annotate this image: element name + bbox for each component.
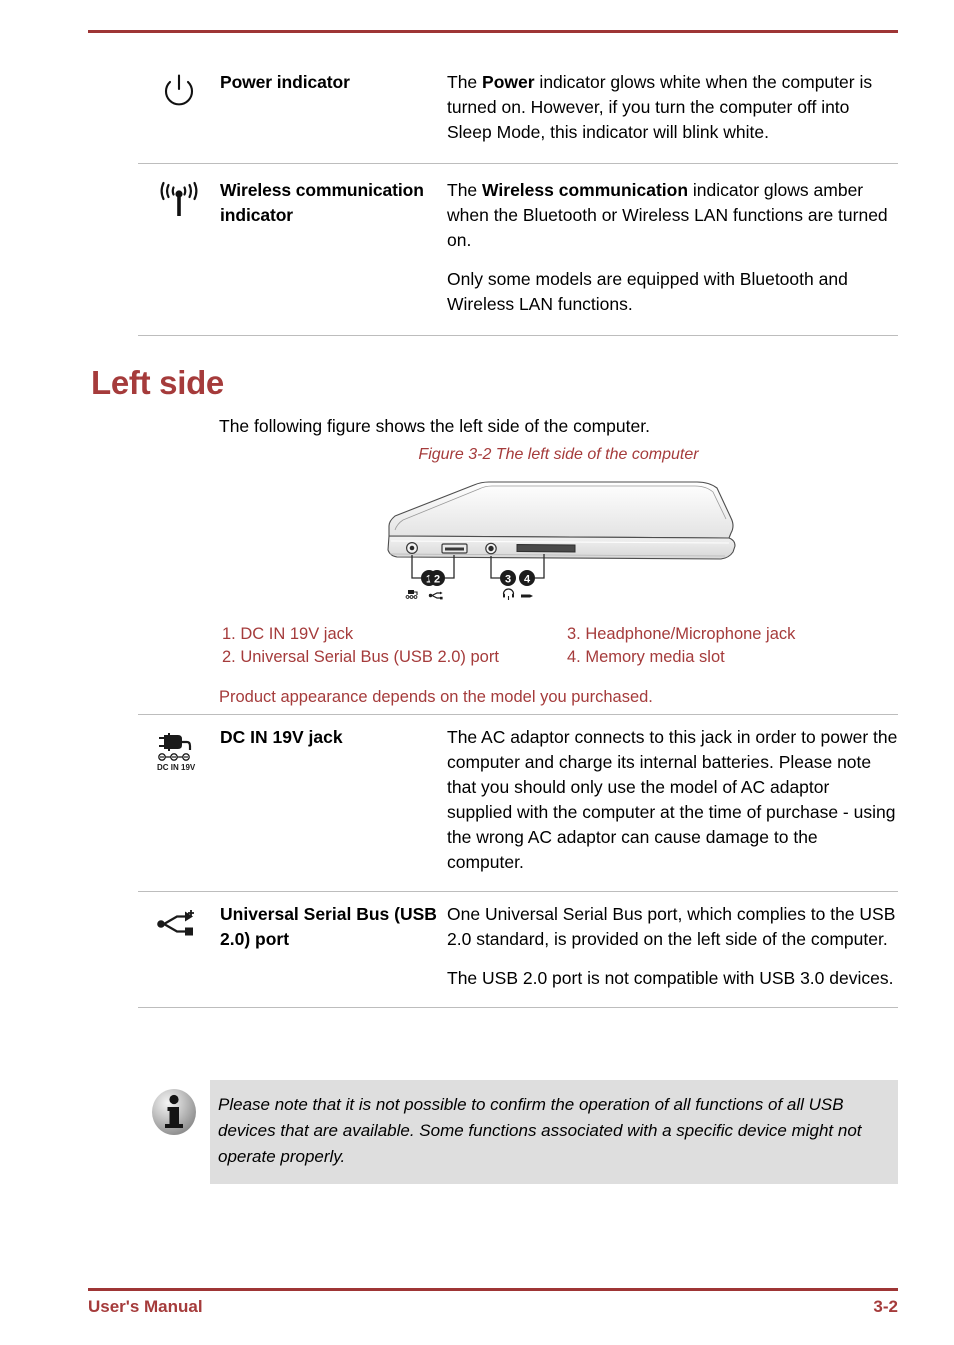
- callout-4: 4: [518, 570, 535, 586]
- port-description-table: DC IN 19V DC IN 19V jack The AC adaptor …: [138, 714, 898, 1008]
- port-name: Universal Serial Bus (USB 2.0) port: [220, 904, 437, 949]
- info-icon: [148, 1086, 200, 1143]
- dc-in-icon: [405, 590, 418, 599]
- figure-caption: Figure 3-2 The left side of the computer: [418, 446, 699, 463]
- paragraph: Only some models are equipped with Bluet…: [447, 269, 848, 314]
- legend-item-1: 1. DC IN 19V jack: [222, 625, 354, 643]
- footer-rule: [88, 1288, 898, 1291]
- footer-left-label: User's Manual: [88, 1297, 203, 1316]
- svg-text:DC IN 19V: DC IN 19V: [157, 763, 196, 772]
- callout-2: 2: [428, 570, 445, 586]
- info-note-text: Please note that it is not possible to c…: [210, 1080, 898, 1184]
- dc-in-19v-icon: DC IN 19V: [154, 731, 204, 780]
- wireless-communication-icon: [157, 181, 201, 227]
- manual-page: Power indicator The Power indicator glow…: [0, 0, 954, 1345]
- dc-in-icon-cell: DC IN 19V: [138, 725, 220, 780]
- bold-term: Wireless communication: [482, 180, 689, 200]
- power-icon-cell: [138, 70, 220, 117]
- svg-text:4: 4: [523, 573, 530, 585]
- usb-icon-cell: [138, 902, 220, 943]
- paragraph: Please note that it is not possible to c…: [218, 1095, 862, 1166]
- bold-term: Power: [482, 72, 535, 92]
- laptop-left-side-illustration: 1 2 3 4: [386, 481, 736, 600]
- usb-icon-small: [428, 591, 443, 600]
- table-row-dc-in-jack: DC IN 19V DC IN 19V jack The AC adaptor …: [138, 714, 898, 891]
- table-row-power-indicator: Power indicator The Power indicator glow…: [138, 62, 898, 164]
- info-note-box: Please note that it is not possible to c…: [138, 1080, 898, 1184]
- figure-left-side-of-computer: 1 2 3 4: [219, 478, 898, 618]
- table-row-usb-port: Universal Serial Bus (USB 2.0) port One …: [138, 891, 898, 1008]
- indicator-name: Power indicator: [220, 72, 350, 92]
- section-intro: The following figure shows the left side…: [219, 416, 650, 436]
- page-footer: User's Manual 3-2: [88, 1297, 898, 1317]
- port-name: DC IN 19V jack: [220, 727, 343, 747]
- usb-icon: [157, 908, 201, 943]
- top-rule: [88, 30, 898, 33]
- indicator-name: Wireless communication indicator: [220, 180, 424, 225]
- figure-legend: 1. DC IN 19V jack 3. Headphone/Microphon…: [222, 623, 898, 669]
- table-row-wireless-indicator: Wireless communication indicator The Wir…: [138, 164, 898, 336]
- callout-3: 3: [499, 570, 516, 586]
- wireless-icon-cell: [138, 178, 220, 227]
- svg-text:3: 3: [504, 573, 510, 585]
- headphone-icon-small: [502, 588, 514, 600]
- product-appearance-note: Product appearance depends on the model …: [219, 688, 653, 706]
- footer-page-number: 3-2: [873, 1297, 898, 1316]
- legend-item-2: 2. Universal Serial Bus (USB 2.0) port: [222, 648, 499, 666]
- indicator-table: Power indicator The Power indicator glow…: [138, 62, 898, 336]
- paragraph: The AC adaptor connects to this jack in …: [447, 727, 898, 872]
- indicator-description: The Wireless communication indicator glo…: [447, 178, 898, 317]
- page-title: Left side: [91, 364, 224, 401]
- legend-item-3: 3. Headphone/Microphone jack: [567, 625, 796, 643]
- port-description: One Universal Serial Bus port, which com…: [447, 902, 898, 991]
- paragraph: The USB 2.0 port is not compatible with …: [447, 968, 894, 988]
- info-icon-cell: [138, 1080, 210, 1143]
- paragraph: The Wireless communication indicator glo…: [447, 180, 888, 250]
- power-icon: [162, 74, 196, 117]
- indicator-description: The Power indicator glows white when the…: [447, 70, 898, 145]
- paragraph: One Universal Serial Bus port, which com…: [447, 904, 896, 949]
- memory-card-icon-small: [520, 594, 533, 598]
- legend-item-4: 4. Memory media slot: [567, 648, 725, 666]
- svg-text:2: 2: [433, 573, 439, 585]
- paragraph: The Power indicator glows white when the…: [447, 72, 873, 142]
- port-description: The AC adaptor connects to this jack in …: [447, 725, 898, 875]
